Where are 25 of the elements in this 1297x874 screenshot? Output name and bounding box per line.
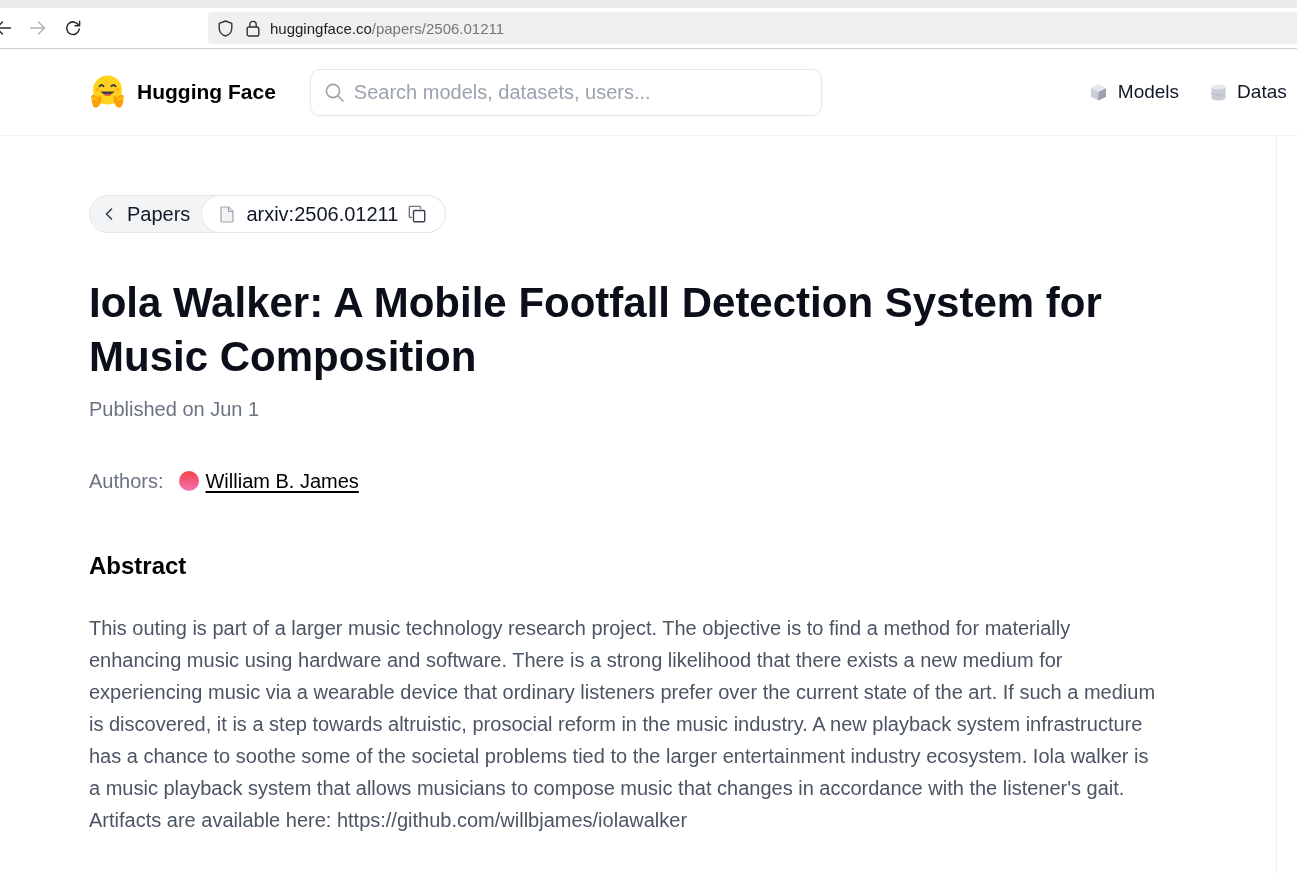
abstract-heading: Abstract [89, 551, 188, 581]
avatar-icon [179, 471, 200, 491]
publish-date: Published on Jun 1 [89, 397, 261, 422]
lock-icon[interactable] [246, 19, 260, 37]
paper-id-text: arxiv:2506.01211 [246, 202, 399, 226]
shield-icon[interactable] [218, 19, 233, 37]
nav-link[interactable]: Datas [1211, 81, 1287, 103]
abstract-text: This outing is part of a larger music technology research project. The objective is to find a method for materially enhancing music using hardware and software. There is a strong likelihood that there exists a new medium for experiencing music via a wearable device that ordinary listeners prefer over the current state of the art. If such a medium is discovered, it is a step towards altruistic, prosocial reform in the music industry. A new playback system infrastructure has a chance to soothe some of the societal problems tied to the larger entertainment industry ecosystem. Iola walker is a music playback system that allows musicians to compose music that changes in accordance with the listener's gait. Artifacts are available here: https://github.com/willbjames/iolawalker [89, 616, 1157, 833]
cube-icon[interactable] [1089, 83, 1107, 101]
chevron-left-icon[interactable] [105, 208, 113, 220]
brand-link[interactable]: Hugging Face [89, 74, 276, 110]
search-icon [324, 82, 344, 102]
url-text: huggingface.co/papers/2506.01211 [270, 19, 505, 37]
copy-icon[interactable] [408, 205, 427, 223]
hugging-emoji-icon[interactable] [89, 74, 126, 110]
nav-link[interactable]: Models [1089, 81, 1180, 103]
search-field[interactable]: Search models, datasets, users... [309, 68, 822, 116]
paper-title: Iola Walker: A Mobile Footfall Detection System for Music Composition [89, 278, 1103, 382]
reload-icon[interactable] [65, 20, 81, 36]
back-arrow-icon[interactable] [0, 20, 11, 36]
authors-label: Authors: [89, 469, 164, 493]
back-link[interactable]: Papers [90, 196, 203, 232]
address-bar[interactable]: huggingface.co/papers/2506.01211 [208, 12, 1297, 44]
author-link[interactable]: William B. James [205, 469, 359, 493]
document-icon [220, 205, 235, 223]
